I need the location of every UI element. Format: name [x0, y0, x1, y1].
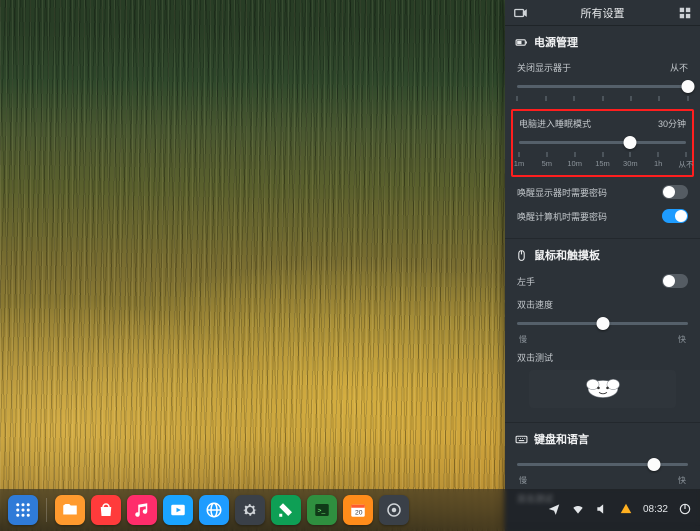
dock-app-music[interactable] [127, 495, 157, 525]
svg-text:20: 20 [355, 510, 363, 517]
sleep-label: 电脑进入睡眠模式 [519, 117, 591, 130]
sleep-tick-labels: 1m5m10m15m30m1h从不 [519, 159, 686, 169]
dblclick-speed-label: 双击速度 [517, 298, 553, 311]
row-left-hand: 左手 [505, 269, 700, 293]
panel-header: 所有设置 [505, 0, 700, 26]
slider-knob[interactable] [682, 80, 695, 93]
toggle-wake-display-pw[interactable] [662, 185, 688, 199]
sleep-slider[interactable] [519, 136, 686, 150]
smiley-icon [586, 378, 620, 400]
dock-app-launcher[interactable] [8, 495, 38, 525]
section-mouse: 鼠标和触摸板 左手 双击速度 慢 快 [505, 239, 700, 423]
system-tray: 08:32 [547, 502, 692, 519]
toggle-wake-computer-pw[interactable] [662, 209, 688, 223]
tray-network-icon[interactable] [571, 502, 585, 519]
section-title-keyboard: 键盘和语言 [505, 423, 700, 453]
row-keyboard-repeat: 慢 快 [505, 453, 700, 490]
row-wake-display-pw: 唤醒显示器时需要密码 [505, 180, 700, 204]
tray-clock[interactable]: 08:32 [643, 505, 668, 515]
mouse-icon [515, 249, 528, 262]
row-sleep: 电脑进入睡眠模式 30分钟 1m5m10m15m30m1h从不 [519, 117, 686, 171]
dock-app-editor[interactable] [271, 495, 301, 525]
panel-title: 所有设置 [581, 5, 625, 21]
row-display-off: 关闭显示器于 从不 [505, 56, 700, 106]
dock-app-browser[interactable] [199, 495, 229, 525]
svg-text:>_: >_ [318, 507, 326, 514]
display-off-ticks [517, 96, 688, 102]
dock-app-files[interactable] [55, 495, 85, 525]
slider-knob[interactable] [647, 458, 660, 471]
dblclick-speed-slider[interactable] [517, 317, 688, 331]
display-off-slider[interactable] [517, 80, 688, 94]
dock-app-terminal[interactable]: >_ [307, 495, 337, 525]
back-icon[interactable] [513, 6, 527, 20]
dock-app-settings[interactable] [235, 495, 265, 525]
highlight-sleep: 电脑进入睡眠模式 30分钟 1m5m10m15m30m1h从不 [511, 109, 694, 177]
display-off-value: 从不 [670, 61, 688, 74]
tray-notification-icon[interactable] [547, 502, 561, 519]
display-off-label: 关闭显示器于 [517, 61, 571, 74]
keyboard-icon [515, 433, 528, 446]
row-dblclick-test: 双击测试 [505, 349, 700, 412]
tray-power-icon[interactable] [678, 502, 692, 519]
dock-separator [46, 498, 47, 522]
settings-panel: 所有设置 电源管理 关闭显示器于 从不 [505, 0, 700, 531]
toggle-left-hand[interactable] [662, 274, 688, 288]
section-title-power: 电源管理 [505, 26, 700, 56]
section-power: 电源管理 关闭显示器于 从不 [505, 26, 700, 239]
row-wake-computer-pw: 唤醒计算机时需要密码 [505, 204, 700, 228]
dock-app-store[interactable] [91, 495, 121, 525]
dock: >_ 20 08:32 [0, 489, 700, 531]
tray-sound-icon[interactable] [595, 502, 609, 519]
sleep-value: 30分钟 [658, 117, 686, 130]
dock-app-video[interactable] [163, 495, 193, 525]
grid-icon[interactable] [678, 6, 692, 20]
tray-updates-icon[interactable] [619, 502, 633, 519]
dock-app-control[interactable] [379, 495, 409, 525]
section-title-mouse: 鼠标和触摸板 [505, 239, 700, 269]
battery-icon [515, 36, 528, 49]
sleep-ticks [519, 152, 686, 158]
dock-app-calendar[interactable]: 20 [343, 495, 373, 525]
slider-knob[interactable] [624, 136, 637, 149]
dblclick-test-area[interactable] [529, 370, 676, 408]
slider-knob[interactable] [596, 317, 609, 330]
keyboard-repeat-slider[interactable] [517, 458, 688, 472]
row-dblclick-speed: 双击速度 慢 快 [505, 293, 700, 349]
